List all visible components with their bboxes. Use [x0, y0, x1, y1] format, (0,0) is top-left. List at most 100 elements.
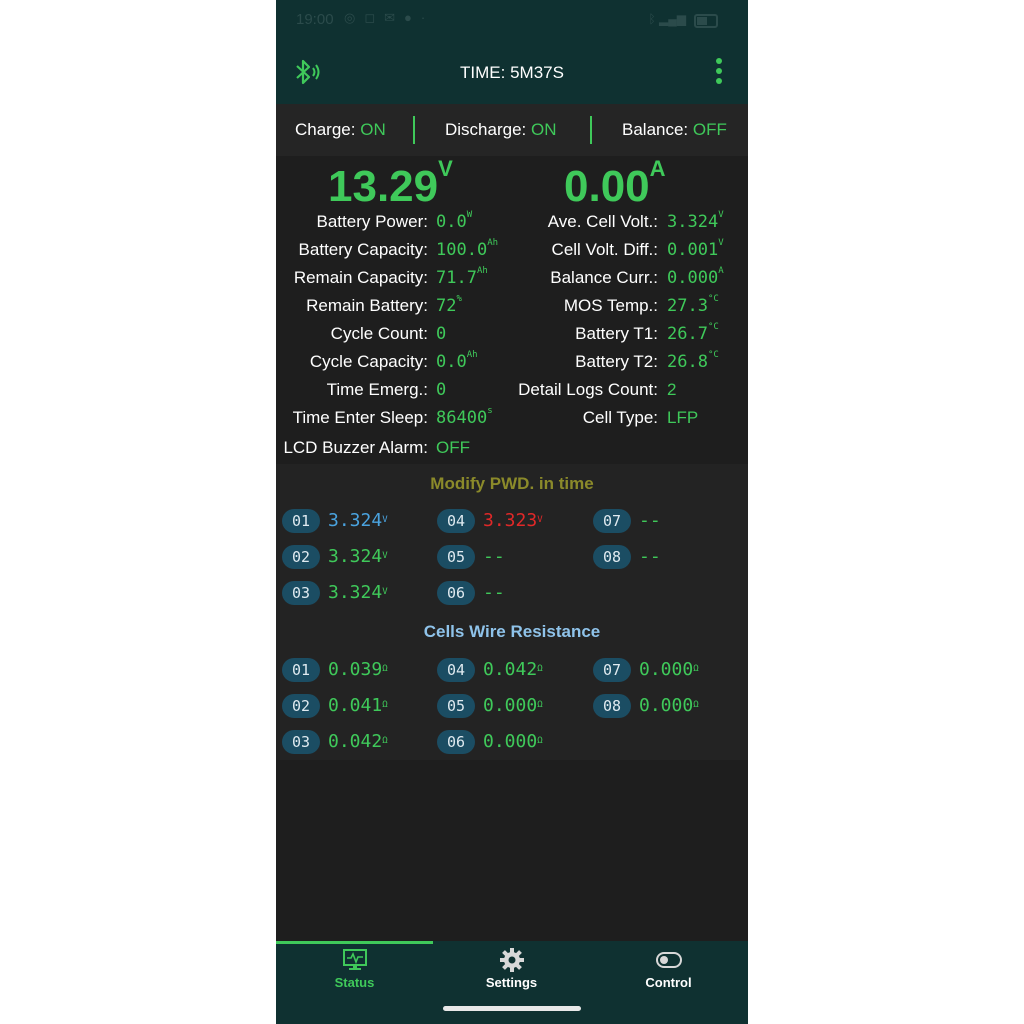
status-bar: 19:00 ◎◻✉●· ᛒ ▂▄▆	[276, 0, 748, 42]
info-value: 0.0Ah	[436, 350, 478, 372]
discharge-status: Discharge: ON	[445, 120, 557, 140]
cell-value: --	[639, 546, 661, 567]
voltage-value: 13.29	[328, 162, 439, 211]
info-row-remain-battery: Remain Battery: 72%	[276, 294, 512, 324]
info-value: 0.0W	[436, 210, 473, 232]
cell-badge: 07	[593, 658, 631, 682]
cell-badge: 02	[282, 694, 320, 718]
bluetooth-icon: ᛒ	[648, 12, 656, 26]
voltage-unit: V	[438, 156, 453, 181]
cell-badge: 08	[593, 545, 631, 569]
cell-badge: 01	[282, 658, 320, 682]
cell-badge: 01	[282, 509, 320, 533]
cell-value: 0.041Ω	[328, 695, 388, 716]
balance-status: Balance: OFF	[622, 120, 727, 140]
cell-value: --	[483, 546, 505, 567]
info-value: LFP	[667, 408, 699, 427]
session-time-title: TIME: 5M37S	[460, 63, 564, 82]
info-row-balance-curr: Balance Curr.: 0.000A	[512, 266, 748, 296]
instagram-icon: ◻	[364, 10, 385, 25]
cell-value: 0.000Ω	[483, 731, 543, 752]
signal-icon: ▂▄▆	[659, 12, 686, 26]
cell-badge: 04	[437, 658, 475, 682]
info-row-detail-logs-count: Detail Logs Count: 2	[512, 380, 748, 408]
app-header: TIME: 5M37S	[276, 42, 748, 104]
info-label: Detail Logs Count:	[518, 380, 658, 399]
info-row-battery-t2: Battery T2: 26.8°C	[512, 350, 748, 380]
more-menu-icon[interactable]	[716, 58, 722, 88]
info-label: Battery Capacity:	[298, 240, 428, 259]
nav-label-status: Status	[334, 975, 375, 990]
divider	[413, 116, 415, 144]
info-row-cell-type: Cell Type: LFP	[512, 408, 748, 436]
cell-value: 0.000Ω	[639, 659, 699, 680]
cell-badge: 08	[593, 694, 631, 718]
info-value: 86400s	[436, 406, 493, 428]
charge-value: ON	[360, 120, 386, 139]
battery-icon	[694, 14, 718, 28]
total-current: 0.00A	[564, 156, 666, 212]
info-label: Remain Battery:	[306, 296, 428, 315]
info-label: Battery T1:	[575, 324, 658, 343]
cell-value: 0.000Ω	[639, 695, 699, 716]
total-voltage: 13.29V	[328, 156, 453, 212]
home-indicator[interactable]	[443, 1006, 581, 1011]
info-label: Battery Power:	[316, 212, 429, 231]
nav-tab-status[interactable]: Status	[276, 941, 433, 1001]
info-label: LCD Buzzer Alarm:	[283, 438, 428, 457]
switch-status-row: Charge: ON Discharge: ON Balance: OFF	[276, 104, 748, 156]
info-label: Cell Type:	[582, 408, 658, 427]
info-value: 0	[436, 380, 447, 400]
info-row-mos-temp: MOS Temp.: 27.3°C	[512, 294, 748, 324]
info-label: Cycle Count:	[330, 324, 428, 343]
info-value: 27.3°C	[667, 294, 719, 316]
cell-value: 3.324V	[328, 510, 388, 531]
status-time: 19:00	[296, 11, 334, 28]
current-value: 0.00	[564, 162, 650, 211]
bottom-navigation: Status Settings Control	[276, 941, 748, 1024]
info-row-battery-power: Battery Power: 0.0W	[276, 210, 512, 240]
info-row-time-emerg: Time Emerg.: 0	[276, 380, 512, 408]
status-right-icons: ᛒ ▂▄▆	[648, 12, 686, 26]
info-row-cell-volt-diff: Cell Volt. Diff.: 0.001V	[512, 238, 748, 268]
nav-label-control: Control	[645, 975, 692, 990]
info-value: 72%	[436, 294, 462, 316]
gear-icon	[500, 948, 524, 972]
nav-tab-settings[interactable]: Settings	[433, 941, 590, 1001]
info-value: 2	[667, 380, 677, 399]
charge-status: Charge: ON	[295, 120, 386, 140]
cell-badge: 06	[437, 581, 475, 605]
info-value: 100.0Ah	[436, 238, 499, 260]
info-label: Battery T2:	[575, 352, 658, 371]
info-row-remain-capacity: Remain Capacity: 71.7Ah	[276, 266, 512, 296]
info-label: Cycle Capacity:	[309, 352, 428, 371]
info-row-cycle-capacity: Cycle Capacity: 0.0Ah	[276, 350, 512, 380]
info-value: 71.7Ah	[436, 266, 488, 288]
info-label: Time Emerg.:	[326, 380, 428, 399]
cell-badge: 03	[282, 581, 320, 605]
cell-value: 0.042Ω	[328, 731, 388, 752]
cell-value: --	[639, 510, 661, 531]
info-label: MOS Temp.:	[563, 296, 658, 315]
info-value: 0.000A	[667, 266, 724, 288]
cell-value: --	[483, 582, 505, 603]
cell-badge: 06	[437, 730, 475, 754]
cell-voltage-section: Modify PWD. in time 01 3.324V 02 3.324V …	[276, 464, 748, 612]
discharge-value: ON	[531, 120, 557, 139]
info-row-time-enter-sleep: Time Enter Sleep: 86400s	[276, 406, 512, 436]
toggle-icon	[656, 952, 682, 968]
info-label: Ave. Cell Volt.:	[547, 212, 658, 231]
dot-icon: ·	[420, 10, 435, 25]
balance-label: Balance:	[622, 120, 689, 139]
nav-tab-control[interactable]: Control	[590, 941, 747, 1001]
nav-label-settings: Settings	[485, 975, 538, 990]
info-row-battery-t1: Battery T1: 26.7°C	[512, 322, 748, 352]
info-value: 26.8°C	[667, 350, 719, 372]
phone-screen: 19:00 ◎◻✉●· ᛒ ▂▄▆ TIME: 5M37S Charge: ON…	[276, 0, 748, 1024]
info-value: 0	[436, 324, 447, 344]
balance-value: OFF	[692, 120, 727, 139]
info-label: Remain Capacity:	[293, 268, 428, 287]
monitor-icon	[343, 949, 367, 970]
info-row-battery-capacity: Battery Capacity: 100.0Ah	[276, 238, 512, 268]
info-label: Balance Curr.:	[550, 268, 658, 287]
